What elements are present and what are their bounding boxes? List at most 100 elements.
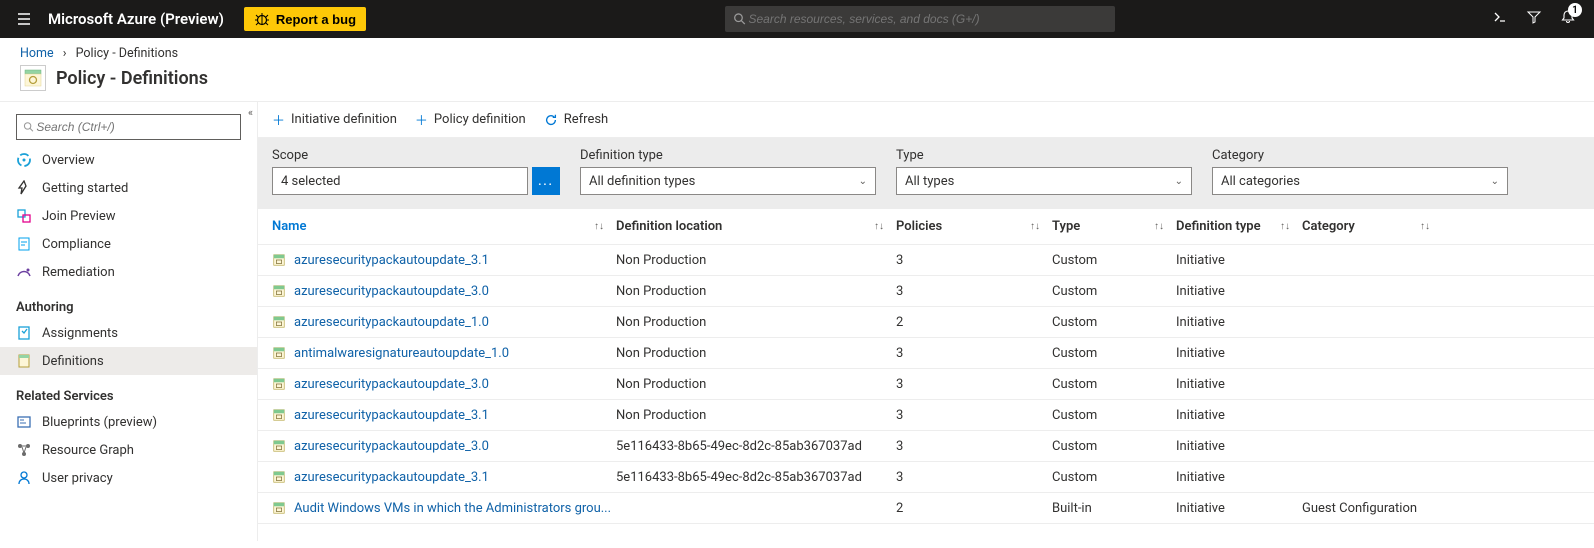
sort-icon: ↑↓	[1030, 221, 1040, 232]
definition-link[interactable]: azuresecuritypackautoupdate_3.1	[294, 253, 489, 268]
cell-definition-type: Initiative	[1176, 284, 1302, 299]
definitions-icon	[16, 353, 32, 369]
sidebar-item-user-privacy[interactable]: User privacy	[0, 464, 257, 492]
cell-name: Audit Windows VMs in which the Administr…	[272, 501, 616, 516]
definition-link[interactable]: azuresecuritypackautoupdate_3.0	[294, 284, 489, 299]
sidebar-section-related: Related Services	[0, 375, 257, 408]
initiative-icon	[272, 315, 286, 329]
sort-icon: ↑↓	[1280, 221, 1290, 232]
directory-filter-button[interactable]	[1526, 9, 1542, 29]
filter-scope-picker-button[interactable]: ...	[532, 167, 560, 195]
definition-link[interactable]: antimalwaresignatureautoupdate_1.0	[294, 346, 509, 361]
filter-scope-select[interactable]: 4 selected	[272, 167, 528, 195]
initiative-icon	[272, 470, 286, 484]
cloud-shell-button[interactable]	[1492, 9, 1508, 29]
cell-policies: 2	[896, 315, 1052, 330]
cell-location: Non Production	[616, 346, 896, 361]
sidebar-item-getting-started[interactable]: Getting started	[0, 174, 257, 202]
filter-deftype-label: Definition type	[580, 148, 876, 163]
breadcrumb-current[interactable]: Policy - Definitions	[76, 46, 178, 61]
page-title-row: Policy - Definitions	[0, 65, 1594, 101]
sidebar-item-assignments[interactable]: Assignments	[0, 319, 257, 347]
chevron-down-icon: ⌄	[859, 176, 867, 187]
sidebar-item-join-preview[interactable]: Join Preview	[0, 202, 257, 230]
cell-location: 5e116433-8b65-49ec-8d2c-85ab367037ad	[616, 439, 896, 454]
filter-type-label: Type	[896, 148, 1192, 163]
sidebar-item-label: Definitions	[42, 354, 104, 369]
table-row: azuresecuritypackautoupdate_3.0 5e116433-…	[258, 431, 1594, 462]
cell-type: Custom	[1052, 408, 1176, 423]
hamburger-menu[interactable]	[0, 11, 48, 27]
column-header-definition-type[interactable]: Definition type↑↓	[1176, 219, 1302, 234]
cell-type: Custom	[1052, 439, 1176, 454]
column-header-location[interactable]: Definition location↑↓	[616, 219, 896, 234]
sidebar-collapse[interactable]: «	[248, 106, 253, 119]
cell-name: antimalwaresignatureautoupdate_1.0	[272, 346, 616, 361]
column-header-policies[interactable]: Policies↑↓	[896, 219, 1052, 234]
global-search[interactable]	[725, 6, 1115, 32]
cell-name: azuresecuritypackautoupdate_3.1	[272, 253, 616, 268]
filter-deftype-select[interactable]: All definition types ⌄	[580, 167, 876, 195]
sidebar-item-overview[interactable]: Overview	[0, 146, 257, 174]
column-header-name[interactable]: Name↑↓	[272, 219, 616, 234]
sidebar-item-resource-graph[interactable]: Resource Graph	[0, 436, 257, 464]
sidebar-search[interactable]	[16, 114, 241, 140]
table-header: Name↑↓ Definition location↑↓ Policies↑↓ …	[258, 209, 1594, 245]
add-initiative-definition-button[interactable]: ＋ Initiative definition	[272, 110, 397, 129]
cell-definition-type: Initiative	[1176, 439, 1302, 454]
table-row: azuresecuritypackautoupdate_3.0Non Produ…	[258, 276, 1594, 307]
quickstart-icon	[16, 180, 32, 196]
definition-link[interactable]: azuresecuritypackautoupdate_3.0	[294, 377, 489, 392]
initiative-icon	[272, 284, 286, 298]
topbar-right-icons: 1	[1474, 9, 1594, 29]
cell-definition-type: Initiative	[1176, 377, 1302, 392]
resource-graph-icon	[16, 442, 32, 458]
report-bug-button[interactable]: Report a bug	[244, 7, 366, 31]
cell-type: Custom	[1052, 470, 1176, 485]
sidebar-search-input[interactable]	[34, 119, 234, 135]
overview-icon	[16, 152, 32, 168]
column-header-category[interactable]: Category↑↓	[1302, 219, 1442, 234]
cell-policies: 3	[896, 253, 1052, 268]
definition-link[interactable]: azuresecuritypackautoupdate_1.0	[294, 315, 489, 330]
initiative-icon	[272, 377, 286, 391]
initiative-icon	[272, 408, 286, 422]
sidebar-item-label: Resource Graph	[42, 443, 134, 458]
definition-link[interactable]: azuresecuritypackautoupdate_3.1	[294, 470, 489, 485]
sidebar-item-compliance[interactable]: Compliance	[0, 230, 257, 258]
content: « Overview Getting started Join Preview …	[0, 101, 1594, 541]
sidebar-item-definitions[interactable]: Definitions	[0, 347, 257, 375]
cell-name: azuresecuritypackautoupdate_3.0	[272, 377, 616, 392]
sidebar-item-label: Join Preview	[42, 209, 116, 224]
ellipsis-icon: ...	[538, 175, 554, 188]
hamburger-icon	[16, 11, 32, 27]
filter-cat-value: All categories	[1221, 174, 1300, 189]
cell-definition-type: Initiative	[1176, 501, 1302, 516]
sidebar-item-remediation[interactable]: Remediation	[0, 258, 257, 286]
initiative-icon	[272, 346, 286, 360]
topbar: Microsoft Azure (Preview) Report a bug 1	[0, 0, 1594, 38]
column-header-type[interactable]: Type↑↓	[1052, 219, 1176, 234]
filter-icon	[1526, 9, 1542, 25]
filter-cat-select[interactable]: All categories ⌄	[1212, 167, 1508, 195]
breadcrumb-home[interactable]: Home	[20, 46, 54, 61]
cell-policies: 3	[896, 284, 1052, 299]
table-row: azuresecuritypackautoupdate_3.1Non Produ…	[258, 245, 1594, 276]
notifications-button[interactable]: 1	[1560, 9, 1576, 29]
filter-scope-value: 4 selected	[281, 174, 340, 189]
definition-link[interactable]: Audit Windows VMs in which the Administr…	[294, 501, 611, 516]
filter-scope: Scope 4 selected ...	[272, 148, 560, 195]
cell-type: Built-in	[1052, 501, 1176, 516]
table-row: azuresecuritypackautoupdate_3.0Non Produ…	[258, 369, 1594, 400]
global-search-input[interactable]	[746, 11, 1107, 27]
cell-name: azuresecuritypackautoupdate_3.0	[272, 439, 616, 454]
filter-type-select[interactable]: All types ⌄	[896, 167, 1192, 195]
refresh-button[interactable]: Refresh	[544, 112, 608, 127]
definition-link[interactable]: azuresecuritypackautoupdate_3.0	[294, 439, 489, 454]
definition-link[interactable]: azuresecuritypackautoupdate_3.1	[294, 408, 489, 423]
add-policy-definition-button[interactable]: ＋ Policy definition	[415, 110, 526, 129]
breadcrumb: Home › Policy - Definitions	[0, 38, 1594, 65]
cell-policies: 3	[896, 408, 1052, 423]
search-icon	[23, 121, 34, 133]
sidebar-item-blueprints[interactable]: Blueprints (preview)	[0, 408, 257, 436]
